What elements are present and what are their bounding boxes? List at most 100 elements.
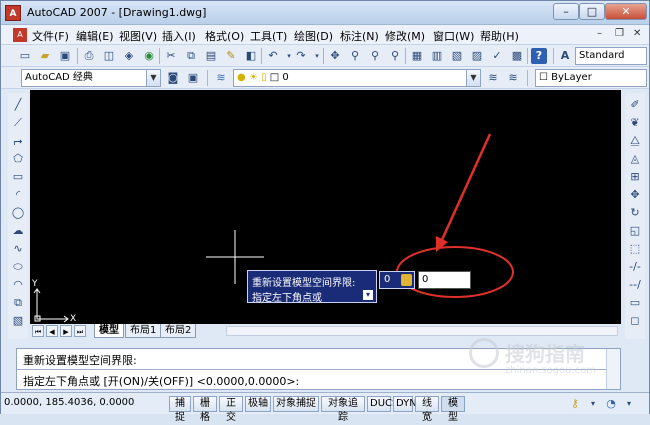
grid-toggle[interactable]: 栅格 — [193, 396, 217, 423]
calculator-icon[interactable]: ▩ — [509, 48, 525, 64]
ellipse-icon[interactable]: ⬭ — [10, 259, 26, 275]
command-prompt-line[interactable]: 指定左下角点或 [开(ON)/关(OFF)] <0.0000,0.0000>: — [23, 373, 299, 389]
make-block-icon[interactable]: ▧ — [10, 313, 26, 329]
document-icon[interactable]: A — [13, 28, 27, 42]
properties-icon[interactable]: ▦ — [409, 48, 425, 64]
save-icon[interactable]: ▣ — [57, 48, 73, 64]
snap-toggle[interactable]: 捕捉 — [169, 396, 191, 423]
menu-view[interactable]: 视图(V) — [119, 28, 157, 44]
dyn-toggle[interactable]: DYN — [393, 396, 417, 412]
command-scrollbar[interactable] — [606, 349, 620, 389]
construction-line-icon[interactable]: ⟋ — [10, 115, 26, 131]
arc-icon[interactable]: ◜ — [10, 187, 26, 203]
coordinate-readout[interactable]: 0.0000, 185.4036, 0.0000 — [4, 397, 134, 408]
rectangle-icon[interactable]: ▭ — [10, 169, 26, 185]
trim-icon[interactable]: -/- — [627, 259, 643, 275]
ortho-toggle[interactable]: 正交 — [219, 396, 243, 423]
workspace-combo[interactable]: AutoCAD 经典 ▼ — [21, 69, 161, 87]
circle-icon[interactable]: ◯ — [10, 205, 26, 221]
markup-icon[interactable]: ✓ — [489, 48, 505, 64]
mdi-restore-button[interactable]: ❐ — [615, 28, 624, 39]
layer-combo[interactable]: ● ☀ ▯ □ 0 ▼ — [233, 69, 481, 87]
spline-icon[interactable]: ∿ — [10, 241, 26, 257]
osnap-toggle[interactable]: 对象捕捉 — [273, 396, 319, 412]
paste-icon[interactable]: ▤ — [203, 48, 219, 64]
communication-center-icon[interactable]: ⚷ — [567, 396, 583, 412]
menu-insert[interactable]: 插入(I) — [162, 28, 196, 44]
text-style-combo[interactable]: Standard — [575, 47, 647, 65]
menu-tools[interactable]: 工具(T) — [250, 28, 287, 44]
open-folder-icon[interactable]: ▰ — [37, 48, 53, 64]
menu-modify[interactable]: 修改(M) — [385, 28, 425, 44]
array-icon[interactable]: ⊞ — [627, 169, 643, 185]
chevron-down-icon[interactable]: ▼ — [146, 70, 160, 86]
copy-object-icon[interactable]: ❦ — [627, 115, 643, 131]
menu-format[interactable]: 格式(O) — [205, 28, 244, 44]
mdi-close-button[interactable]: ✕ — [633, 28, 641, 39]
erase-icon[interactable]: ✐ — [627, 97, 643, 113]
tab-model[interactable]: 模型 — [94, 324, 124, 338]
dwf-icon[interactable]: ◉ — [141, 48, 157, 64]
redo-icon[interactable]: ↷ — [293, 48, 309, 64]
design-center-icon[interactable]: ▥ — [429, 48, 445, 64]
line-icon[interactable]: ╱ — [10, 97, 26, 113]
offset-icon[interactable]: ◬ — [627, 151, 643, 167]
last-tab-icon[interactable]: ⏭ — [74, 325, 86, 337]
command-window[interactable]: 重新设置模型空间界限: 指定左下角点或 [开(ON)/关(OFF)] <0.00… — [16, 348, 621, 390]
tab-layout1[interactable]: 布局1 — [125, 324, 162, 338]
scale-icon[interactable]: ◱ — [627, 223, 643, 239]
revision-cloud-icon[interactable]: ☁ — [10, 223, 26, 239]
move-icon[interactable]: ✥ — [627, 187, 643, 203]
polar-toggle[interactable]: 极轴 — [245, 396, 271, 412]
undo-icon[interactable]: ↶ — [265, 48, 281, 64]
first-tab-icon[interactable]: ⏮ — [32, 325, 44, 337]
cut-icon[interactable]: ✂ — [163, 48, 179, 64]
tab-layout2[interactable]: 布局2 — [160, 324, 197, 338]
chevron-down-icon[interactable]: ▼ — [466, 70, 480, 86]
layer-previous-icon[interactable]: ≋ — [505, 70, 521, 86]
menu-draw[interactable]: 绘图(D) — [294, 28, 333, 44]
block-editor-icon[interactable]: ◧ — [243, 48, 259, 64]
insert-block-icon[interactable]: ⧉ — [10, 295, 26, 311]
color-combo[interactable]: ☐ ByLayer — [535, 69, 647, 87]
dynamic-input-field[interactable]: 0 — [418, 271, 471, 289]
workspace-settings-icon[interactable]: ◙ — [165, 70, 181, 86]
minimize-button[interactable]: – — [553, 3, 579, 20]
info-icon[interactable]: ◔ — [603, 396, 619, 412]
lineweight-toggle[interactable]: 线宽 — [415, 396, 439, 423]
pan-icon[interactable]: ✥ — [327, 48, 343, 64]
otrack-toggle[interactable]: 对象追踪 — [321, 396, 365, 423]
status-menu-icon[interactable]: ▾ — [621, 396, 637, 412]
model-space-toggle[interactable]: 模型 — [441, 396, 465, 423]
menu-help[interactable]: 帮助(H) — [480, 28, 519, 44]
sheet-set-icon[interactable]: ▨ — [469, 48, 485, 64]
next-tab-icon[interactable]: ▶ — [60, 325, 72, 337]
menu-file[interactable]: 文件(F) — [32, 28, 69, 44]
close-button[interactable]: ✕ — [605, 3, 647, 20]
tray-menu-icon[interactable]: ▾ — [585, 396, 601, 412]
layer-manager-icon[interactable]: ≋ — [213, 70, 229, 86]
polyline-icon[interactable]: ⮣ — [10, 133, 26, 149]
menu-dimension[interactable]: 标注(N) — [340, 28, 379, 44]
print-icon[interactable]: ⎙ — [81, 48, 97, 64]
save-workspace-icon[interactable]: ▣ — [185, 70, 201, 86]
menu-edit[interactable]: 编辑(E) — [76, 28, 114, 44]
make-object-layer-current-icon[interactable]: ≋ — [485, 70, 501, 86]
menu-window[interactable]: 窗口(W) — [433, 28, 474, 44]
zoom-previous-icon[interactable]: ⚲ — [387, 48, 403, 64]
maximize-button[interactable]: □ — [579, 3, 605, 20]
ducs-toggle[interactable]: DUCS — [367, 396, 398, 412]
autocad-app-icon[interactable]: A — [5, 5, 21, 21]
rotate-icon[interactable]: ↻ — [627, 205, 643, 221]
horizontal-scrollbar[interactable] — [226, 326, 618, 336]
extend-icon[interactable]: --/ — [627, 277, 643, 293]
mirror-icon[interactable]: ⧋ — [627, 133, 643, 149]
publish-icon[interactable]: ◈ — [121, 48, 137, 64]
dynamic-input-locked-field[interactable]: 0 — [379, 271, 415, 289]
ellipse-arc-icon[interactable]: ◠ — [10, 277, 26, 293]
stretch-icon[interactable]: ⬚ — [627, 241, 643, 257]
match-properties-icon[interactable]: ✎ — [223, 48, 239, 64]
prev-tab-icon[interactable]: ◀ — [46, 325, 58, 337]
chamfer-icon[interactable]: ◻ — [627, 313, 643, 329]
break-icon[interactable]: ▭ — [627, 295, 643, 311]
